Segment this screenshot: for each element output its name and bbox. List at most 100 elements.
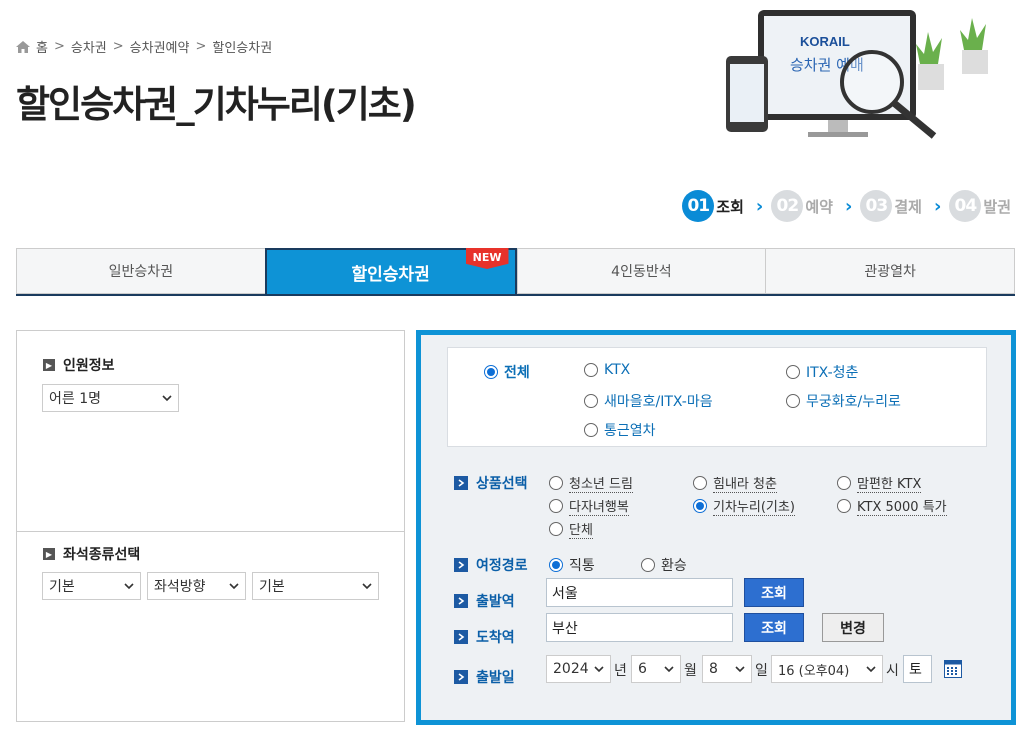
tab-four-person-seat[interactable]: 4인동반석 xyxy=(516,248,766,294)
step-label: 예약 xyxy=(805,197,833,216)
breadcrumb-item[interactable]: 승차권예약 xyxy=(130,37,190,56)
calendar-icon[interactable] xyxy=(944,660,962,678)
radio-button[interactable] xyxy=(549,558,563,572)
hour-unit: 시 xyxy=(886,663,899,679)
radio-label: 다자녀행복 xyxy=(569,496,629,516)
radio-train-mugunghwa[interactable]: 무궁화호/누리로 xyxy=(786,391,901,411)
step-number: 03 xyxy=(860,190,893,222)
breadcrumb: 홈 > 승차권 > 승차권예약 > 할인승차권 xyxy=(16,37,272,56)
tab-general-ticket[interactable]: 일반승차권 xyxy=(16,248,265,294)
day-select[interactable]: 8 xyxy=(702,655,752,683)
radio-button[interactable] xyxy=(837,499,851,513)
tab-discount-ticket[interactable]: 할인승차권 NEW xyxy=(264,248,517,294)
step-label: 조회 xyxy=(716,197,744,216)
passenger-panel: ▶ 인원정보 어른 1명 ▶ 좌석종류선택 기본 좌석방향 기본 xyxy=(16,330,405,722)
select-value: 어른 1명 xyxy=(49,391,101,407)
radio-train-saemaeul[interactable]: 새마을호/ITX-마음 xyxy=(584,391,713,411)
step-number: 02 xyxy=(771,190,804,222)
arrow-right-icon xyxy=(454,670,468,684)
radio-train-itx-youth[interactable]: ITX-청춘 xyxy=(786,362,858,382)
radio-route-direct[interactable]: 직통 xyxy=(549,555,595,575)
page-title: 할인승차권_기차누리(기초) xyxy=(16,83,417,126)
month-unit: 월 xyxy=(684,663,697,679)
radio-product-gicha-nuri[interactable]: 기차누리(기초) xyxy=(693,496,795,516)
select-value: 기본 xyxy=(49,579,75,595)
radio-product-ktx-5000[interactable]: KTX 5000 특가 xyxy=(837,496,947,516)
radio-label: KTX xyxy=(604,362,631,378)
seat-direction-select[interactable]: 좌석방향 xyxy=(147,572,246,600)
chevron-right-icon: › xyxy=(933,195,942,217)
seat-position-select[interactable]: 기본 xyxy=(252,572,379,600)
radio-train-ktx[interactable]: KTX xyxy=(584,362,630,378)
radio-button[interactable] xyxy=(484,365,498,379)
radio-product-youth-dream[interactable]: 청소년 드림 xyxy=(549,473,633,493)
chevron-down-icon xyxy=(866,666,876,673)
radio-button[interactable] xyxy=(693,499,707,513)
breadcrumb-separator: > xyxy=(112,39,124,54)
radio-button[interactable] xyxy=(837,476,851,490)
radio-button[interactable] xyxy=(549,522,563,536)
radio-product-cheer-up-youth[interactable]: 힘내라 청춘 xyxy=(693,473,777,493)
radio-label: 기차누리(기초) xyxy=(713,496,795,516)
radio-button[interactable] xyxy=(693,476,707,490)
arrival-search-button[interactable]: 조회 xyxy=(744,613,804,642)
select-value: 기본 xyxy=(259,579,285,595)
departure-station-input[interactable]: 서울 xyxy=(546,578,733,607)
arrow-box-icon: ▶ xyxy=(43,548,55,560)
passenger-title-label: 인원정보 xyxy=(63,358,115,374)
radio-label: 무궁화호/누리로 xyxy=(806,394,901,410)
swap-stations-button[interactable]: 변경 xyxy=(822,613,884,642)
select-value: 2024 xyxy=(553,661,589,677)
breadcrumb-separator: > xyxy=(53,39,65,54)
tab-tour-train[interactable]: 관광열차 xyxy=(765,248,1015,294)
radio-product-comfy-ktx[interactable]: 맘편한 KTX xyxy=(837,473,922,493)
year-select[interactable]: 2024 xyxy=(546,655,611,683)
row-label-text: 출발일 xyxy=(476,670,515,686)
month-select[interactable]: 6 xyxy=(631,655,681,683)
radio-train-commuter[interactable]: 통근열차 xyxy=(584,420,656,440)
arrow-right-icon xyxy=(454,476,468,490)
radio-label: 힘내라 청춘 xyxy=(713,473,777,493)
day-unit: 일 xyxy=(755,663,768,679)
breadcrumb-home[interactable]: 홈 xyxy=(36,37,48,56)
passenger-count-select[interactable]: 어른 1명 xyxy=(42,384,179,412)
breadcrumb-item[interactable]: 승차권 xyxy=(71,37,107,56)
radio-label: 맘편한 KTX xyxy=(857,473,922,493)
radio-button[interactable] xyxy=(584,423,598,437)
radio-button[interactable] xyxy=(641,558,655,572)
step-number: 04 xyxy=(949,190,982,222)
select-value: 좌석방향 xyxy=(154,579,206,595)
seat-section-title: ▶ 좌석종류선택 xyxy=(43,544,140,564)
departure-search-button[interactable]: 조회 xyxy=(744,578,804,607)
arrival-label: 도착역 xyxy=(454,627,515,647)
radio-train-all[interactable]: 전체 xyxy=(484,362,530,382)
departure-label: 출발역 xyxy=(454,591,515,611)
weekday-field: 토 xyxy=(903,655,932,683)
hour-select[interactable]: 16 (오후04) xyxy=(771,655,883,683)
new-badge: NEW xyxy=(465,248,509,269)
radio-label: 통근열차 xyxy=(604,423,656,439)
radio-button[interactable] xyxy=(786,394,800,408)
breadcrumb-item[interactable]: 할인승차권 xyxy=(212,37,272,56)
radio-button[interactable] xyxy=(584,394,598,408)
ticket-type-tabs: 일반승차권 할인승차권 NEW 4인동반석 관광열차 xyxy=(16,248,1015,296)
radio-button[interactable] xyxy=(549,499,563,513)
radio-label: ITX-청춘 xyxy=(806,365,859,381)
chevron-down-icon xyxy=(362,583,372,590)
radio-button[interactable] xyxy=(786,365,800,379)
home-icon[interactable] xyxy=(16,40,30,53)
arrival-station-input[interactable]: 부산 xyxy=(546,613,733,642)
row-label-text: 상품선택 xyxy=(476,476,528,492)
radio-product-group[interactable]: 단체 xyxy=(549,519,593,539)
chevron-down-icon xyxy=(594,666,604,673)
step-label: 발권 xyxy=(983,197,1011,216)
seat-type-select[interactable]: 기본 xyxy=(42,572,141,600)
radio-product-multi-child[interactable]: 다자녀행복 xyxy=(549,496,629,516)
select-value: 6 xyxy=(638,661,647,677)
train-type-filter: 전체 KTX ITX-청춘 새마을호/ITX-마음 무궁화호/누리로 통근열차 xyxy=(447,347,987,447)
chevron-down-icon xyxy=(664,666,674,673)
radio-button[interactable] xyxy=(549,476,563,490)
radio-button[interactable] xyxy=(584,363,598,377)
radio-route-transfer[interactable]: 환승 xyxy=(641,555,687,575)
row-label-text: 도착역 xyxy=(476,630,515,646)
